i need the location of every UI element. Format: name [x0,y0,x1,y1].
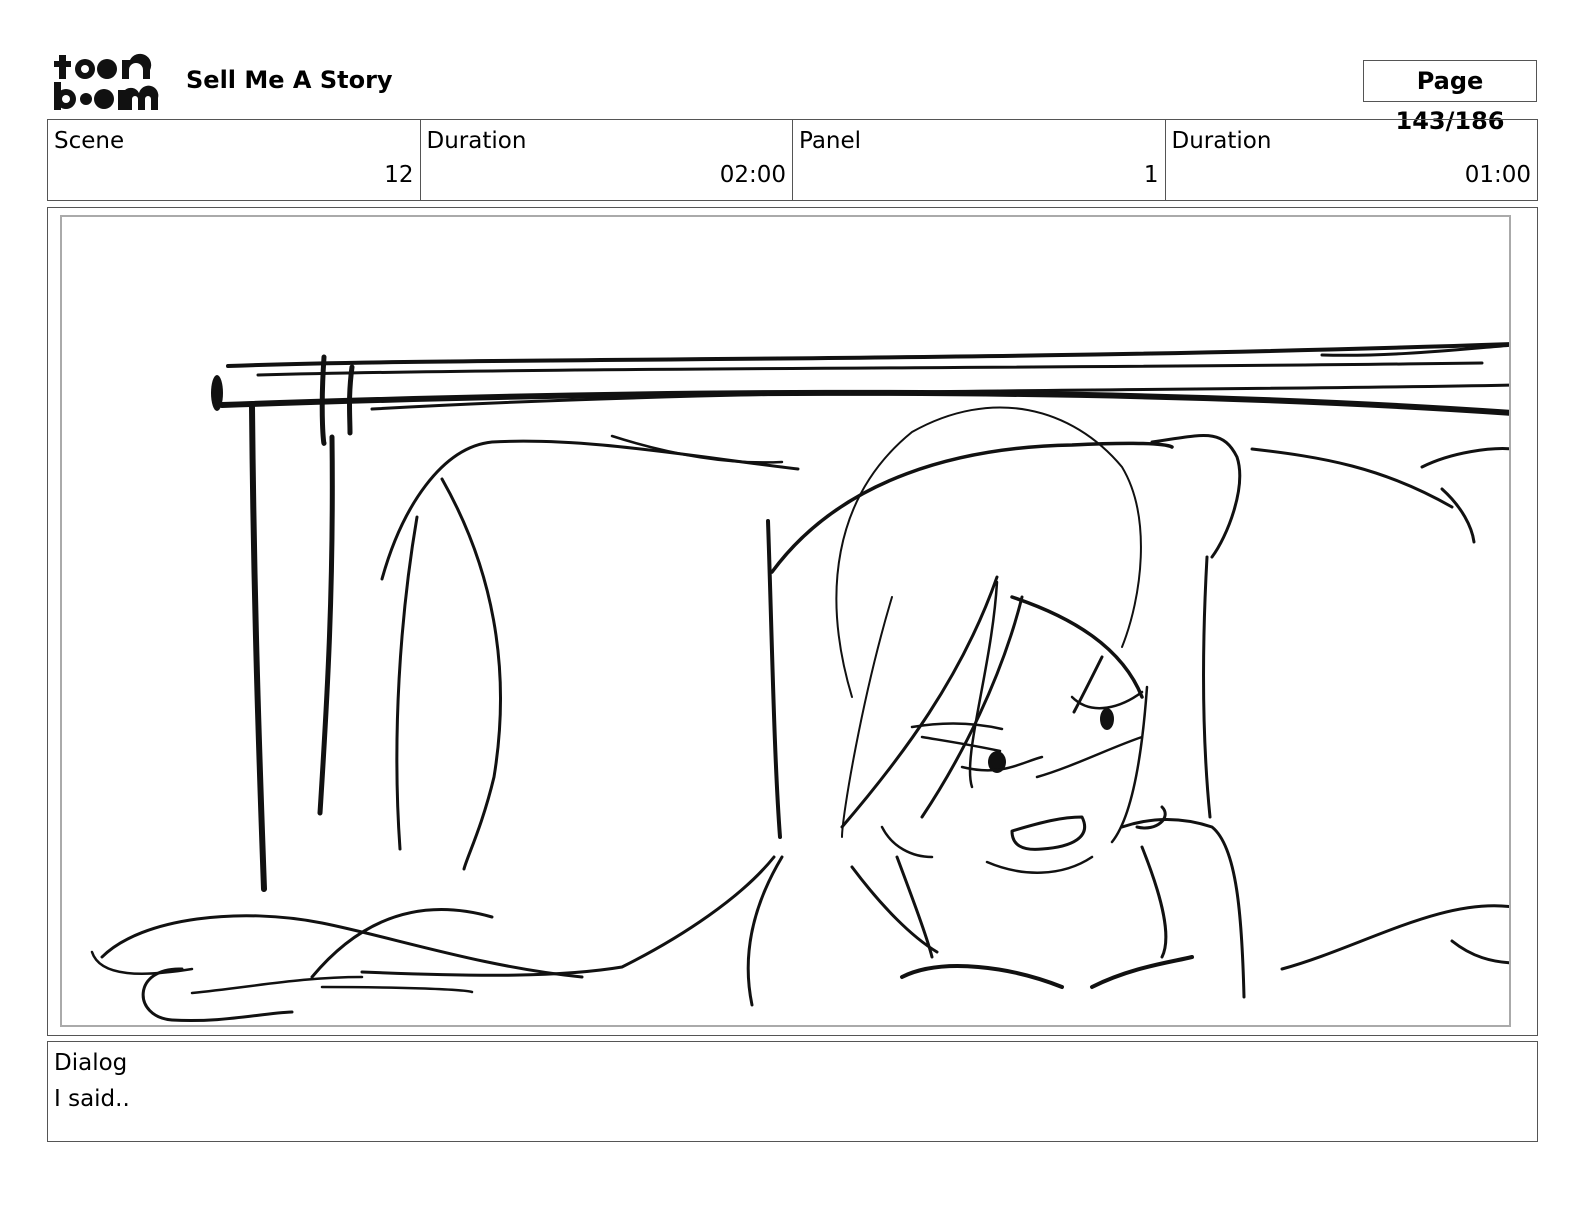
scene-label: Scene [54,128,125,154]
dialog-box: Dialog I said.. [47,1041,1538,1142]
scene-value: 12 [384,162,414,188]
scene-duration-cell: Duration 02:00 [421,120,793,200]
scene-duration-value: 02:00 [719,162,786,188]
storyboard-panel [60,215,1511,1027]
panel-duration-value: 01:00 [1464,162,1531,188]
scene-cell: Scene 12 [48,120,421,200]
panel-cell: Panel 1 [793,120,1166,200]
project-title: Sell Me A Story [186,66,393,94]
scene-duration-label: Duration [426,128,527,154]
dialog-text: I said.. [54,1086,130,1112]
toonboom-logo [54,53,159,110]
storyboard-panel-frame [47,207,1538,1036]
panel-duration-cell: Duration 01:00 [1166,120,1538,200]
panel-info-bar: Scene 12 Duration 02:00 Panel 1 Duration… [47,119,1538,201]
storyboard-sketch [90,342,1509,1023]
dialog-label: Dialog [54,1050,128,1076]
panel-label: Panel [799,128,862,154]
panel-duration-label: Duration [1171,128,1272,154]
panel-value: 1 [1143,162,1159,188]
page-number: Page 143/186 [1363,60,1537,135]
